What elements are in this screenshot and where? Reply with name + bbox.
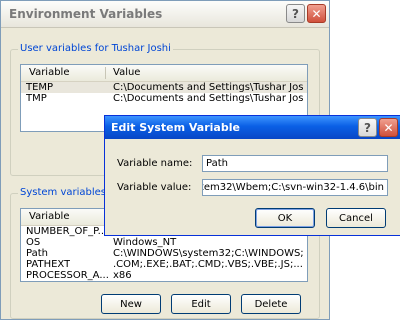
list-item[interactable]: Path C:\WINDOWS\system32;C:\WINDOWS;... <box>21 248 307 259</box>
edit-button[interactable]: Edit <box>171 294 231 314</box>
dialog-titlebar[interactable]: Edit System Variable ? ✕ <box>105 116 400 139</box>
close-icon: ✕ <box>383 120 394 135</box>
variable-value-label: Variable value: <box>117 182 192 193</box>
dialog-close-button[interactable]: ✕ <box>379 118 398 137</box>
variable-name: NUMBER_OF_P... <box>26 226 108 237</box>
edit-system-variable-dialog: Edit System Variable ? ✕ Variable name: … <box>104 115 400 236</box>
list-item[interactable]: PATHEXT .COM;.EXE;.BAT;.CMD;.VBS;.VBE;.J… <box>21 259 307 270</box>
close-icon: ✕ <box>311 6 322 21</box>
variable-name: PROCESSOR_A... <box>26 270 109 281</box>
user-variables-legend: User variables for Tushar Joshi <box>18 43 173 54</box>
help-icon: ? <box>364 120 371 135</box>
variable-name: OS <box>26 237 41 248</box>
column-header-variable[interactable]: Variable <box>29 67 70 78</box>
variable-name-field[interactable]: Path <box>202 155 388 172</box>
variable-value: .COM;.EXE;.BAT;.CMD;.VBS;.VBE;.JS;... <box>113 259 303 270</box>
variable-value-field[interactable]: \System32\Wbem;C:\svn-win32-1.4.6\bin <box>202 179 388 196</box>
dialog-help-button[interactable]: ? <box>358 118 377 137</box>
column-divider[interactable] <box>105 67 106 79</box>
variable-name: PATHEXT <box>26 259 71 270</box>
list-item[interactable]: TMP C:\Documents and Settings\Tushar Jos… <box>21 93 307 104</box>
dialog-title: Edit System Variable <box>111 121 240 134</box>
help-button[interactable]: ? <box>286 4 305 23</box>
ok-button[interactable]: OK <box>255 208 315 228</box>
variable-value: C:\Documents and Settings\Tushar Jos... <box>113 93 303 104</box>
variable-name-label: Variable name: <box>117 158 193 169</box>
help-icon: ? <box>292 6 299 21</box>
variable-name-text: Path <box>206 158 228 169</box>
variable-name: TEMP <box>26 82 54 93</box>
variable-name: Path <box>26 248 48 259</box>
variable-value: C:\WINDOWS\system32;C:\WINDOWS;... <box>113 248 303 259</box>
window-titlebar[interactable]: Environment Variables ? ✕ <box>1 1 329 28</box>
column-header-value[interactable]: Value <box>113 67 140 78</box>
list-item[interactable]: OS Windows_NT <box>21 237 307 248</box>
close-button[interactable]: ✕ <box>307 4 326 23</box>
delete-button[interactable]: Delete <box>241 294 301 314</box>
column-header-variable[interactable]: Variable <box>29 211 70 222</box>
variable-name: TMP <box>26 93 47 104</box>
cancel-button[interactable]: Cancel <box>326 208 386 228</box>
variable-value-text: \System32\Wbem;C:\svn-win32-1.4.6\bin <box>202 182 384 193</box>
variable-value: C:\Documents and Settings\Tushar Jos... <box>113 82 303 93</box>
system-variables-legend: System variables <box>18 187 109 198</box>
window-title: Environment Variables <box>9 7 163 21</box>
new-button[interactable]: New <box>101 294 161 314</box>
user-variables-header: Variable Value <box>21 65 307 82</box>
variable-value: Windows_NT <box>113 237 177 248</box>
variable-value: x86 <box>113 270 132 281</box>
list-item[interactable]: PROCESSOR_A... x86 <box>21 270 307 281</box>
list-item[interactable]: TEMP C:\Documents and Settings\Tushar Jo… <box>21 82 307 93</box>
